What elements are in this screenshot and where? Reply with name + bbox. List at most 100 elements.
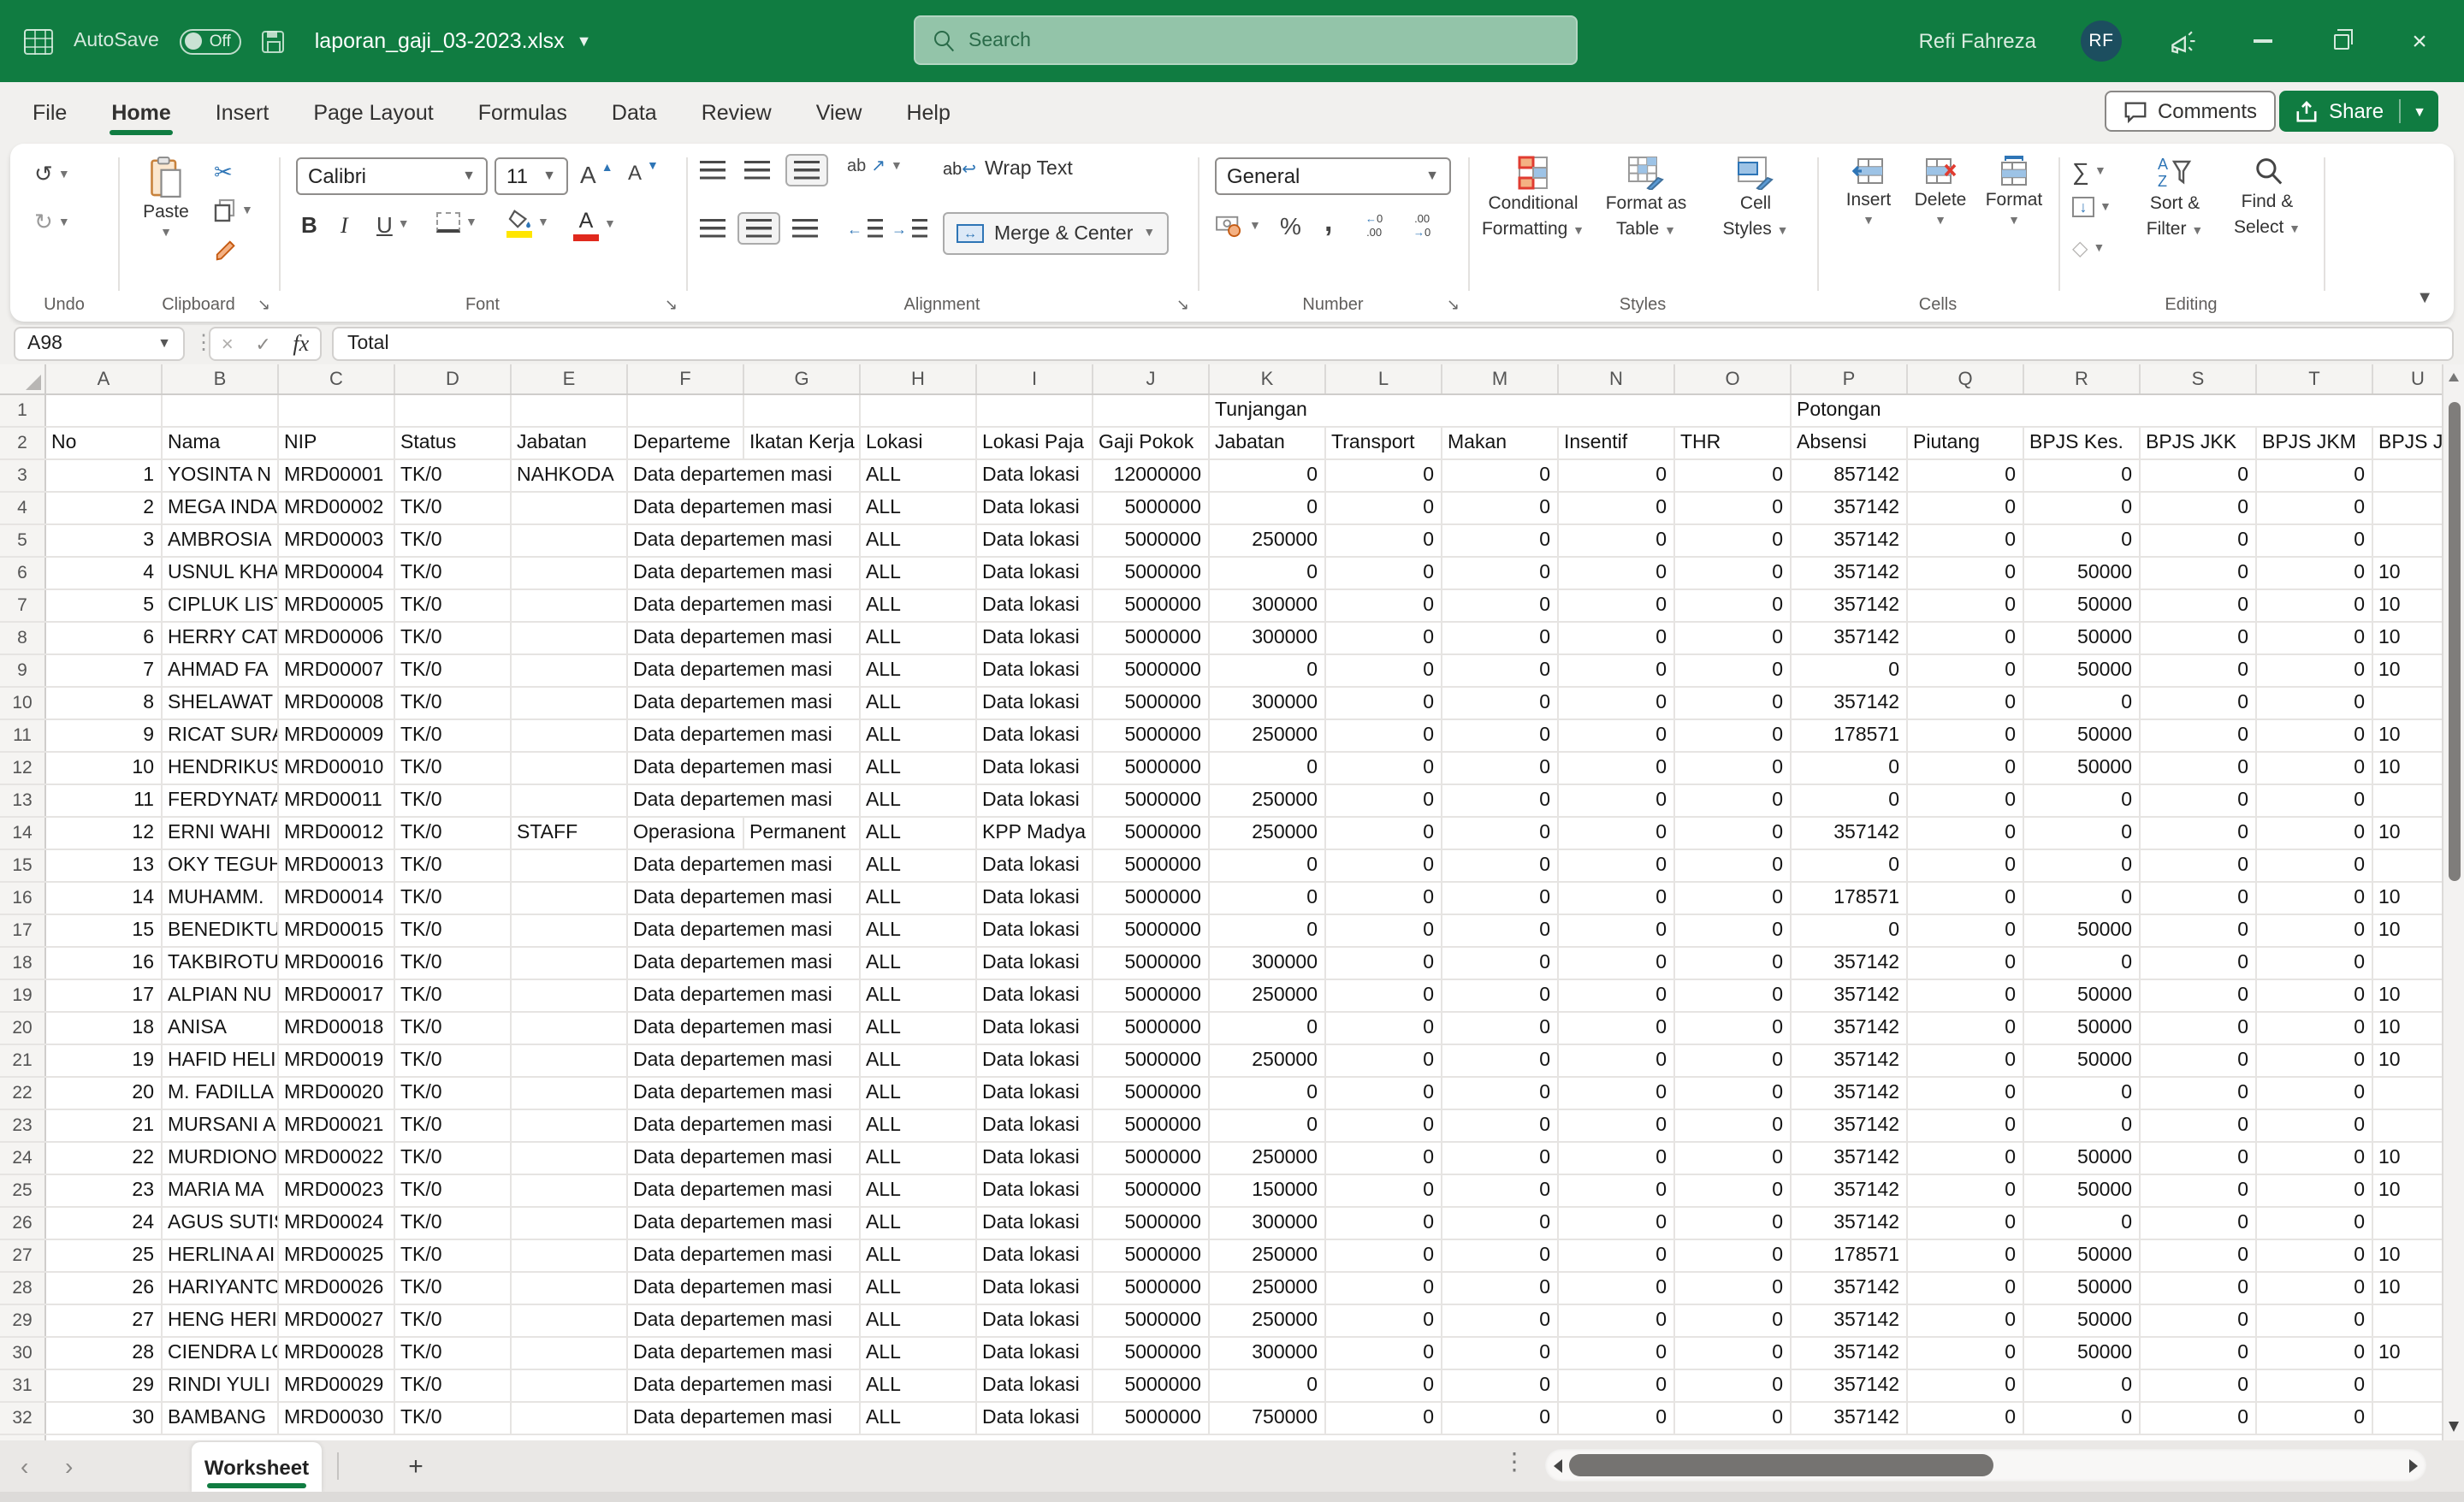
cell[interactable]: Data departemen masi — [628, 1175, 861, 1206]
cell[interactable]: 0 — [1442, 525, 1559, 556]
cell[interactable]: 0 — [1559, 720, 1675, 751]
cell[interactable] — [512, 525, 628, 556]
cell[interactable]: 50000 — [2024, 1305, 2141, 1336]
cell[interactable]: YOSINTA N — [163, 460, 279, 491]
row-header-16[interactable]: 16 — [0, 883, 46, 914]
cell-tunjangan-group[interactable]: Tunjangan — [1210, 395, 1792, 426]
cell[interactable] — [977, 395, 1093, 426]
cell[interactable]: 0 — [1908, 818, 2024, 849]
borders-button[interactable]: ▼ — [436, 212, 477, 233]
cell-styles-button[interactable]: Cell Styles ▼ — [1708, 156, 1804, 242]
cell[interactable]: 0 — [1908, 590, 2024, 621]
cell[interactable]: 0 — [1675, 785, 1792, 816]
cell[interactable]: Data lokasi — [977, 590, 1093, 621]
cell[interactable]: 5000000 — [1093, 948, 1210, 979]
cell[interactable]: 0 — [1559, 460, 1675, 491]
sheet-prev-button[interactable]: ‹ — [21, 1440, 28, 1492]
cell[interactable]: ALL — [861, 883, 977, 914]
cell[interactable]: 0 — [1908, 753, 2024, 784]
row-header-20[interactable]: 20 — [0, 1013, 46, 1044]
cell[interactable]: 0 — [2024, 785, 2141, 816]
cell[interactable]: Data lokasi — [977, 1078, 1093, 1109]
cell[interactable]: 250000 — [1210, 818, 1326, 849]
cell[interactable]: 5000000 — [1093, 1240, 1210, 1271]
cell[interactable] — [512, 1175, 628, 1206]
cell[interactable]: 5000000 — [1093, 493, 1210, 523]
cell[interactable]: 0 — [1210, 1078, 1326, 1109]
cell[interactable] — [512, 493, 628, 523]
cell[interactable]: 0 — [1326, 623, 1442, 653]
cell[interactable]: TK/0 — [395, 1273, 512, 1304]
cell[interactable]: CIENDRA LO — [163, 1338, 279, 1369]
cell[interactable]: 357142 — [1792, 1078, 1908, 1109]
cell[interactable]: Data lokasi — [977, 785, 1093, 816]
cell[interactable]: 0 — [1326, 1403, 1442, 1434]
cell[interactable]: Data lokasi — [977, 1370, 1093, 1401]
cell[interactable]: 3 — [46, 525, 163, 556]
row-header-27[interactable]: 27 — [0, 1240, 46, 1271]
cell[interactable] — [512, 1110, 628, 1141]
cell[interactable]: 5000000 — [1093, 980, 1210, 1011]
row-header-25[interactable]: 25 — [0, 1175, 46, 1206]
cell[interactable] — [512, 850, 628, 881]
cell[interactable]: 0 — [1675, 1338, 1792, 1369]
cell[interactable]: 357142 — [1792, 818, 1908, 849]
cell[interactable]: 0 — [2257, 558, 2373, 588]
cell[interactable]: 0 — [1908, 980, 2024, 1011]
cell[interactable]: 0 — [1326, 688, 1442, 718]
cell-potongan-group[interactable]: Potongan — [1792, 395, 2464, 426]
cell[interactable] — [512, 915, 628, 946]
avatar[interactable]: RF — [2081, 21, 2122, 62]
cell[interactable]: 0 — [1326, 1078, 1442, 1109]
cell[interactable]: TK/0 — [395, 785, 512, 816]
cell[interactable]: 50000 — [2024, 558, 2141, 588]
feedback-pen-icon[interactable] — [2166, 24, 2200, 58]
cell[interactable]: HERLINA AI — [163, 1240, 279, 1271]
cell[interactable]: TK/0 — [395, 1143, 512, 1174]
cell[interactable]: 5000000 — [1093, 590, 1210, 621]
cell[interactable]: 0 — [2141, 818, 2257, 849]
cell[interactable]: TK/0 — [395, 1175, 512, 1206]
cell[interactable]: 0 — [2141, 1305, 2257, 1336]
cell[interactable]: MARIA MA — [163, 1175, 279, 1206]
cell[interactable]: 0 — [2257, 460, 2373, 491]
cell[interactable]: Data departemen masi — [628, 493, 861, 523]
cell[interactable]: MRD00013 — [279, 850, 395, 881]
document-title[interactable]: laporan_gaji_03-2023.xlsx ▼ — [315, 29, 592, 53]
cell[interactable]: Data departemen masi — [628, 688, 861, 718]
cell[interactable]: 0 — [1908, 785, 2024, 816]
cell[interactable]: 0 — [1559, 850, 1675, 881]
cell[interactable]: 0 — [1442, 883, 1559, 914]
fill-button[interactable]: ↓ ▼ — [2072, 197, 2112, 217]
restore-button[interactable] — [2324, 24, 2358, 58]
cell[interactable]: 0 — [2141, 1143, 2257, 1174]
cell[interactable]: ALL — [861, 1338, 977, 1369]
cell[interactable]: Data departemen masi — [628, 1273, 861, 1304]
cell[interactable]: 0 — [2257, 980, 2373, 1011]
cell[interactable]: 0 — [1559, 1273, 1675, 1304]
cell[interactable]: 0 — [2024, 1370, 2141, 1401]
row-header-24[interactable]: 24 — [0, 1143, 46, 1174]
cell[interactable]: Data departemen masi — [628, 980, 861, 1011]
cell[interactable] — [512, 655, 628, 686]
cell[interactable]: RINDI YULI — [163, 1370, 279, 1401]
cell[interactable]: 0 — [1559, 883, 1675, 914]
cell[interactable]: 0 — [1326, 1273, 1442, 1304]
cell[interactable]: 357142 — [1792, 1273, 1908, 1304]
cell[interactable]: 23 — [46, 1175, 163, 1206]
cell[interactable]: 5000000 — [1093, 1273, 1210, 1304]
cell[interactable]: 0 — [1675, 1110, 1792, 1141]
cell[interactable]: 25 — [46, 1240, 163, 1271]
row-header-13[interactable]: 13 — [0, 785, 46, 816]
cell[interactable]: 0 — [1559, 655, 1675, 686]
cell[interactable]: TK/0 — [395, 1240, 512, 1271]
cell[interactable]: Data lokasi — [977, 753, 1093, 784]
column-header-H[interactable]: H — [861, 364, 977, 393]
cell[interactable]: 13 — [46, 850, 163, 881]
search-input[interactable]: Search — [914, 15, 1578, 65]
cell[interactable]: 30 — [46, 1403, 163, 1434]
cell[interactable]: 5000000 — [1093, 1338, 1210, 1369]
cell[interactable]: 50000 — [2024, 720, 2141, 751]
cell[interactable]: 357142 — [1792, 1370, 1908, 1401]
column-header-K[interactable]: K — [1210, 364, 1326, 393]
